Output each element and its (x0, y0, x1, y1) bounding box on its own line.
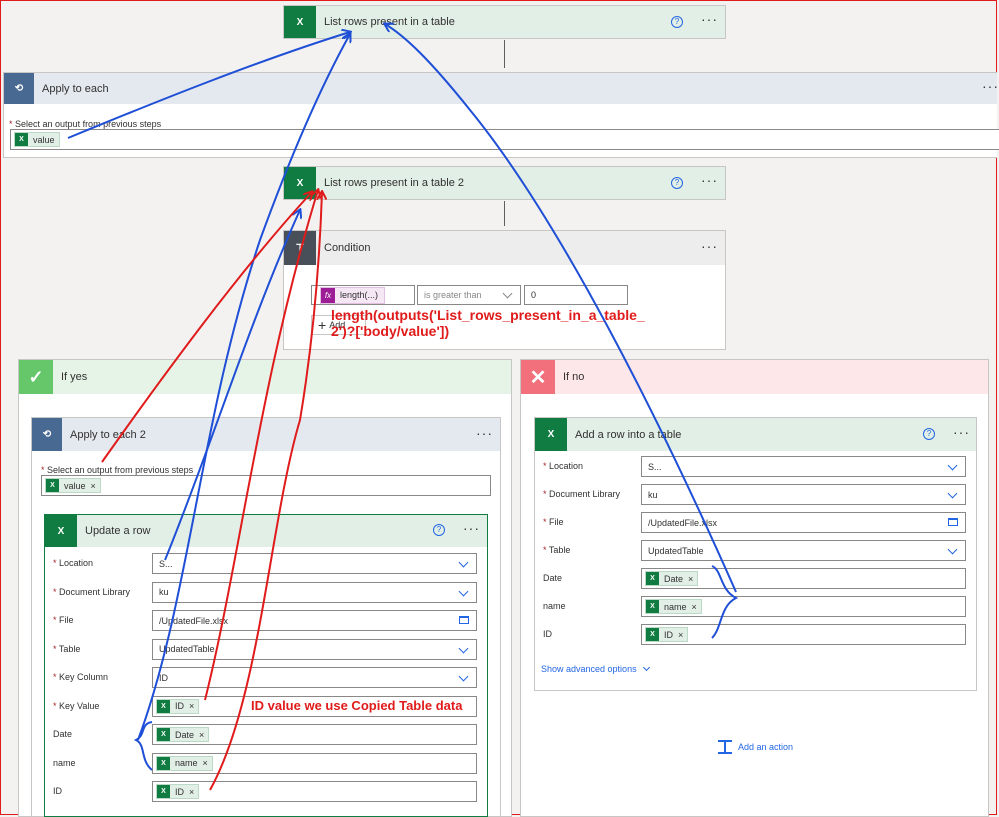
annotation-overlay (67, 0, 739, 791)
annotation-key-value-note: ID value we use Copied Table data (251, 698, 463, 713)
annotation-expression: length(outputs('List_rows_present_in_a_t… (331, 307, 645, 339)
annotation-red-value-arrow (101, 192, 312, 463)
annotation-red-key-arrow (204, 190, 318, 701)
annotation-blue-long-arrow (137, 34, 350, 741)
annotation-blue-bracket-right (711, 565, 739, 639)
annotation-blue-bracket-left (133, 721, 153, 771)
